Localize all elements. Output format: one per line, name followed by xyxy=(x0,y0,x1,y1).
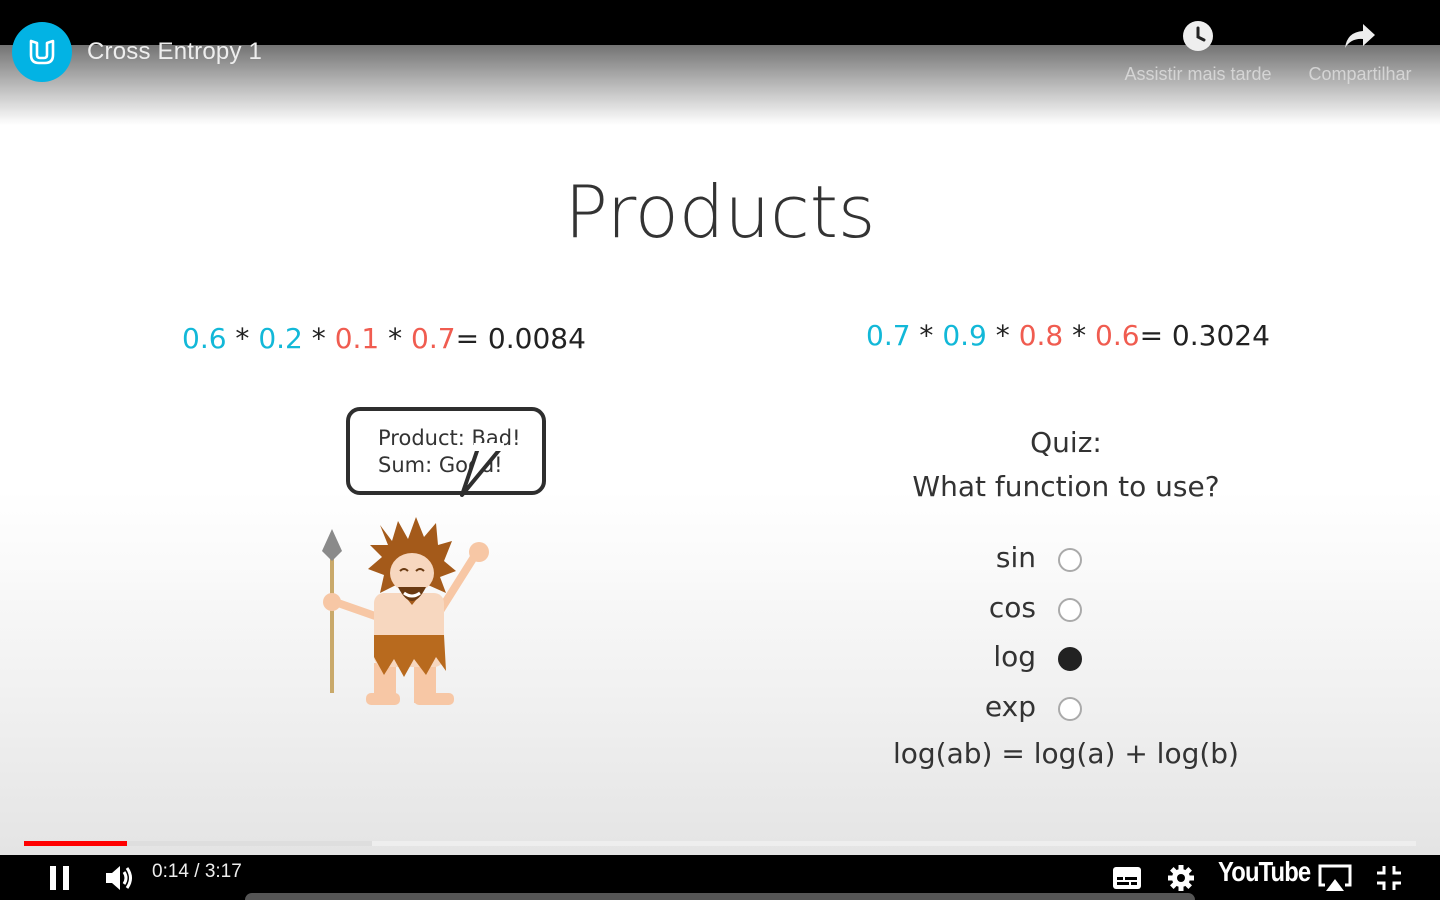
caveman-left-foot xyxy=(366,693,400,705)
spear-tip xyxy=(322,529,342,561)
scroll-handle[interactable] xyxy=(245,893,1195,900)
caveman-right-foot xyxy=(414,693,454,705)
quiz-option-label: log xyxy=(993,640,1036,673)
quiz-option-cos[interactable]: cos xyxy=(940,589,1090,629)
radio-button[interactable] xyxy=(1058,696,1082,721)
video-player[interactable]: Products 0.6 * 0.2 * 0.1 * 0.7= 0.0084 0… xyxy=(0,0,1440,900)
captions-icon xyxy=(1113,866,1141,889)
time-display: 0:14 / 3:17 xyxy=(152,861,242,882)
share-button[interactable]: Compartilhar xyxy=(1298,20,1422,85)
radio-button[interactable] xyxy=(1058,548,1082,572)
airplay-icon xyxy=(1318,864,1352,891)
log-identity-formula: log(ab) = log(a) + log(b) xyxy=(893,737,1239,770)
quiz-option-log[interactable]: log xyxy=(940,638,1090,678)
caveman-right-hand xyxy=(469,542,489,562)
quiz-option-sin[interactable]: sin xyxy=(940,539,1090,579)
radio-button[interactable] xyxy=(1058,597,1082,622)
caveman-left-hand xyxy=(323,593,341,611)
exit-fullscreen-button[interactable] xyxy=(1370,855,1408,900)
quiz-label: Quiz: xyxy=(1030,426,1102,459)
progress-played xyxy=(24,841,127,846)
caveman-left-arm xyxy=(334,599,382,621)
clock-icon xyxy=(1183,21,1213,51)
udacity-logo-icon[interactable] xyxy=(12,22,72,82)
quiz-option-label: cos xyxy=(988,590,1036,624)
gear-icon xyxy=(1168,864,1194,891)
video-frame[interactable]: Products 0.6 * 0.2 * 0.1 * 0.7= 0.0084 0… xyxy=(0,45,1440,855)
volume-button[interactable] xyxy=(98,855,140,900)
quiz-option-exp[interactable]: exp xyxy=(940,688,1090,728)
volume-icon xyxy=(106,865,132,890)
udacity-mark xyxy=(29,39,55,65)
share-label: Compartilhar xyxy=(1308,64,1412,84)
pause-icon xyxy=(50,865,69,890)
watch-later-button[interactable]: Assistir mais tarde xyxy=(1112,20,1284,85)
progress-bar[interactable] xyxy=(24,841,1416,846)
youtube-logo[interactable]: YouTube xyxy=(1218,856,1311,888)
video-title[interactable]: Cross Entropy 1 xyxy=(87,38,262,66)
exit-fullscreen-icon xyxy=(1377,865,1401,890)
bubble-tail-cover xyxy=(474,443,504,451)
quiz-heading: Quiz: What function to use? xyxy=(866,421,1266,509)
quiz-option-label: sin xyxy=(995,541,1036,574)
bubble-tail xyxy=(460,446,502,497)
airplay-button[interactable] xyxy=(1314,855,1356,900)
pause-button[interactable] xyxy=(40,855,80,900)
quiz-question: What function to use? xyxy=(912,470,1220,503)
quiz-option-label: exp xyxy=(984,689,1036,723)
radio-button[interactable] xyxy=(1058,647,1082,671)
watch-later-label: Assistir mais tarde xyxy=(1124,64,1272,84)
share-arrow-icon xyxy=(1345,24,1375,48)
